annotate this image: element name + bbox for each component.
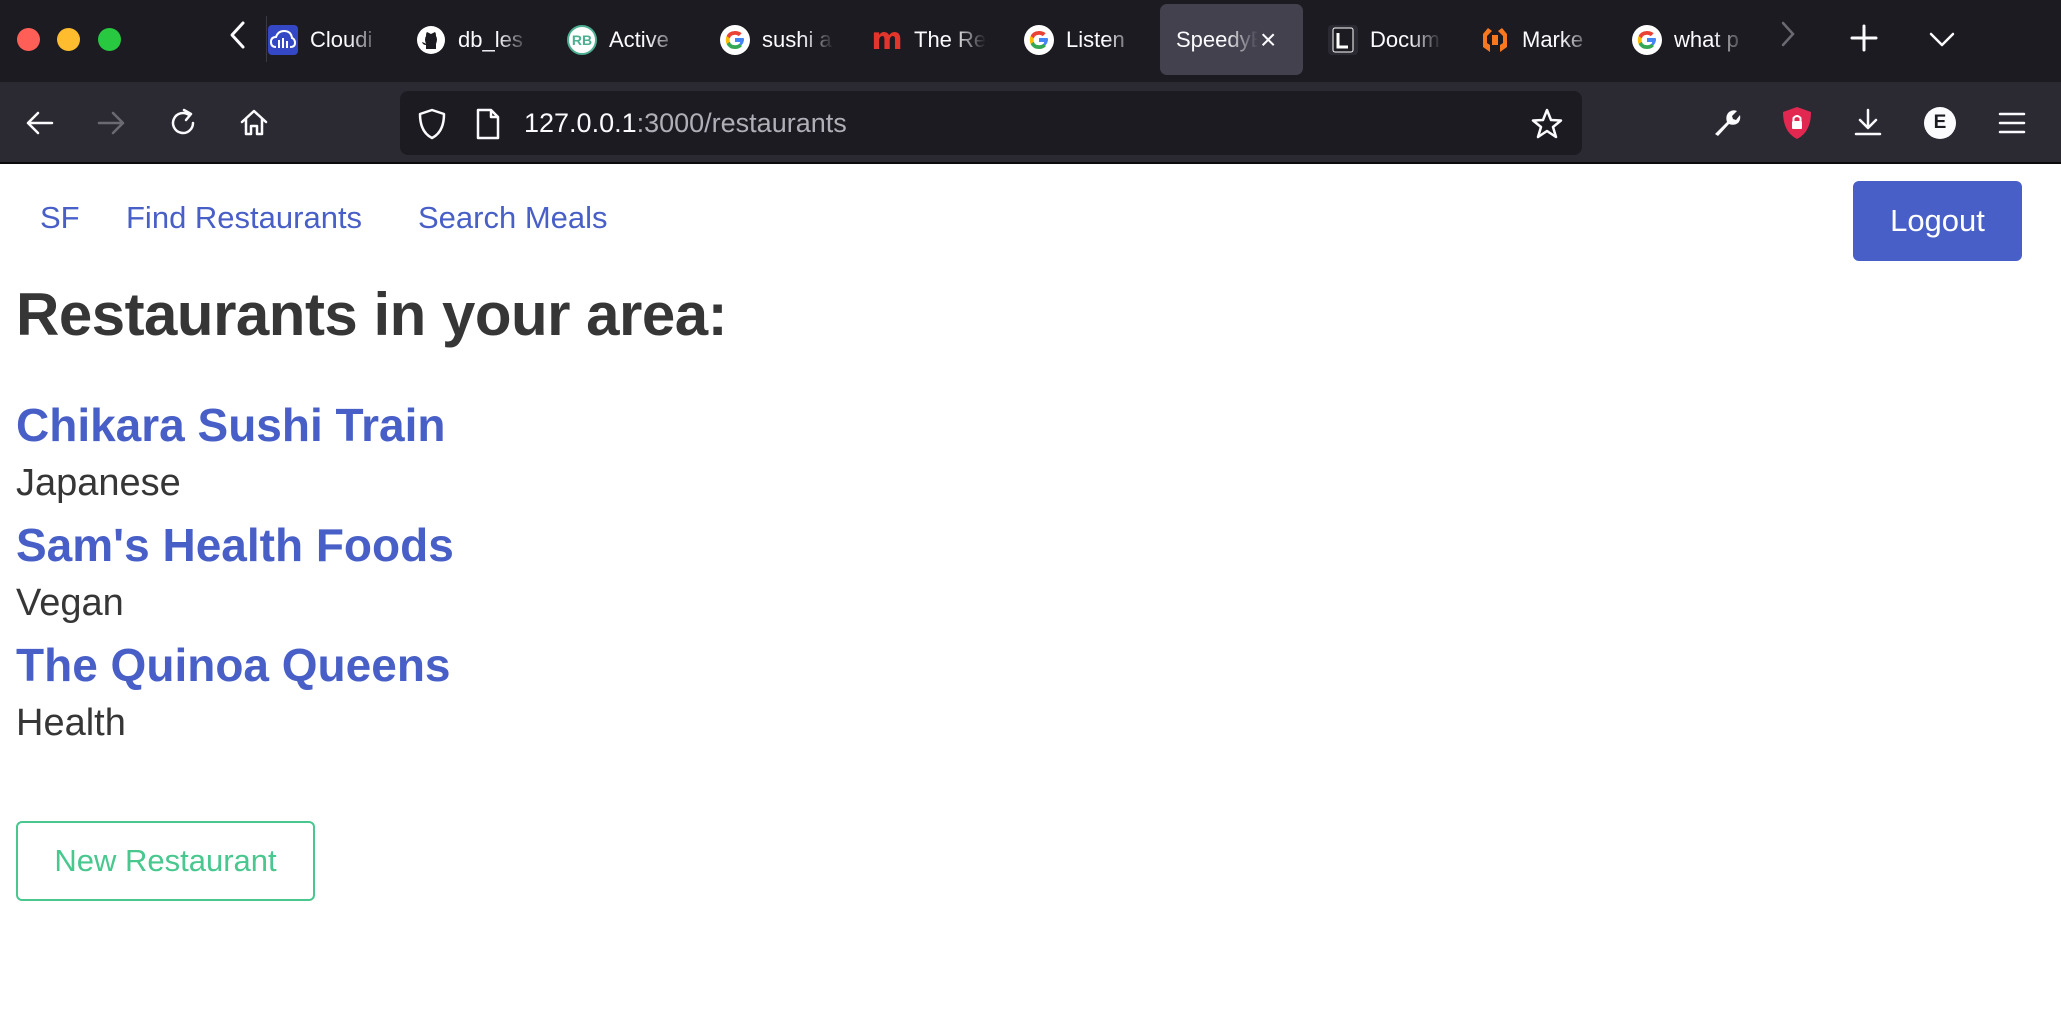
- shield-lock-icon: [1783, 107, 1811, 139]
- scroll-tabs-left-button[interactable]: [218, 16, 258, 62]
- tab-google-sushi[interactable]: sushi a: [720, 4, 834, 75]
- new-tab-button[interactable]: [1840, 14, 1888, 64]
- dev-tools-button[interactable]: [1701, 98, 1751, 148]
- document-icon: [1328, 24, 1358, 55]
- star-bookmark-icon[interactable]: [1530, 107, 1564, 141]
- tab-title: SpeedyEats: [1176, 26, 1258, 52]
- tab-rails-guide[interactable]: RB Active: [567, 4, 681, 75]
- hamburger-menu-icon: [1998, 112, 2026, 134]
- tab-title: Marke: [1522, 26, 1584, 52]
- new-restaurant-button[interactable]: New Restaurant: [16, 821, 315, 901]
- back-button[interactable]: [15, 98, 65, 148]
- tab-title: Active: [609, 26, 669, 52]
- url-host: 127.0.0.1: [524, 108, 637, 138]
- tab-title: db_les: [458, 26, 523, 52]
- restaurant-category: Vegan: [16, 582, 124, 624]
- tab-documentation[interactable]: Docum: [1328, 4, 1442, 75]
- scroll-tabs-right-button[interactable]: [1770, 16, 1806, 62]
- arrow-right-icon: [97, 111, 125, 135]
- tab-marketplace[interactable]: Marke: [1480, 4, 1594, 75]
- restaurant-name-link[interactable]: Sam's Health Foods: [16, 518, 454, 572]
- restaurant-category: Health: [16, 702, 126, 744]
- downloads-button[interactable]: [1843, 98, 1893, 148]
- restaurant-category: Japanese: [16, 462, 181, 504]
- google-icon: [1632, 24, 1662, 55]
- logout-button[interactable]: Logout: [1853, 181, 2022, 261]
- tab-title: Listen: [1066, 26, 1125, 52]
- navigation-toolbar: 127.0.0.1:3000/restaurants E: [0, 82, 2061, 164]
- app-menu-button[interactable]: [1987, 98, 2037, 148]
- ublock-extension-button[interactable]: [1772, 98, 1822, 148]
- tab-title: sushi a: [762, 26, 832, 52]
- minimize-window-button[interactable]: [57, 28, 80, 51]
- marketplace-icon: [1480, 25, 1510, 55]
- reload-icon: [171, 108, 195, 135]
- rb-icon: RB: [567, 24, 597, 55]
- tab-strip: Cloudi db_les RB Active sushi a m The Re…: [0, 0, 2061, 82]
- page-title: Restaurants in your area:: [16, 281, 728, 348]
- url-text[interactable]: 127.0.0.1:3000/restaurants: [524, 91, 847, 155]
- chevron-down-icon: [1929, 32, 1955, 47]
- maximize-window-button[interactable]: [98, 28, 121, 51]
- tab-the-re[interactable]: m The Re: [872, 4, 986, 75]
- extension-e-icon: E: [1924, 107, 1956, 139]
- plus-icon: [1850, 24, 1878, 52]
- m-icon: m: [872, 22, 903, 57]
- chevron-left-icon: [230, 21, 245, 49]
- home-icon: [240, 109, 268, 136]
- url-path: :3000/restaurants: [636, 108, 847, 138]
- chevron-right-icon: [1781, 21, 1795, 47]
- close-tab-icon[interactable]: ×: [1260, 24, 1276, 56]
- arrow-left-icon: [26, 111, 54, 135]
- nav-find-restaurants-link[interactable]: Find Restaurants: [126, 200, 362, 236]
- wrench-icon: [1715, 110, 1741, 136]
- tab-title: Cloudi: [310, 26, 373, 52]
- tab-title: The Re: [914, 26, 986, 52]
- tab-google-what[interactable]: what p: [1632, 4, 1746, 75]
- address-bar[interactable]: 127.0.0.1:3000/restaurants: [400, 91, 1582, 155]
- page-info-icon[interactable]: [475, 108, 501, 140]
- google-icon: [720, 24, 750, 55]
- close-window-button[interactable]: [17, 28, 40, 51]
- forward-button[interactable]: [86, 98, 136, 148]
- cloudinary-icon: [268, 24, 298, 55]
- nav-search-meals-link[interactable]: Search Meals: [418, 200, 608, 236]
- tab-github[interactable]: db_les: [416, 4, 530, 75]
- extension-e-button[interactable]: E: [1915, 98, 1965, 148]
- download-icon: [1854, 108, 1882, 136]
- tab-divider: [266, 16, 267, 62]
- github-icon: [416, 25, 446, 55]
- google-icon: [1024, 24, 1054, 55]
- list-all-tabs-button[interactable]: [1918, 14, 1966, 64]
- page-content: SF Find Restaurants Search Meals Logout …: [0, 166, 2061, 1016]
- tab-google-listen[interactable]: Listen: [1024, 4, 1138, 75]
- tab-cloudinary[interactable]: Cloudi: [268, 4, 382, 75]
- home-button[interactable]: [229, 98, 279, 148]
- shield-icon[interactable]: [417, 108, 447, 140]
- reload-button[interactable]: [158, 98, 208, 148]
- tab-title: what p: [1674, 26, 1739, 52]
- nav-city-link[interactable]: SF: [40, 200, 80, 236]
- tab-active-speedyeats[interactable]: SpeedyEats ×: [1160, 4, 1303, 75]
- restaurant-name-link[interactable]: The Quinoa Queens: [16, 638, 451, 692]
- restaurant-name-link[interactable]: Chikara Sushi Train: [16, 398, 445, 452]
- tab-title: Docum: [1370, 26, 1440, 52]
